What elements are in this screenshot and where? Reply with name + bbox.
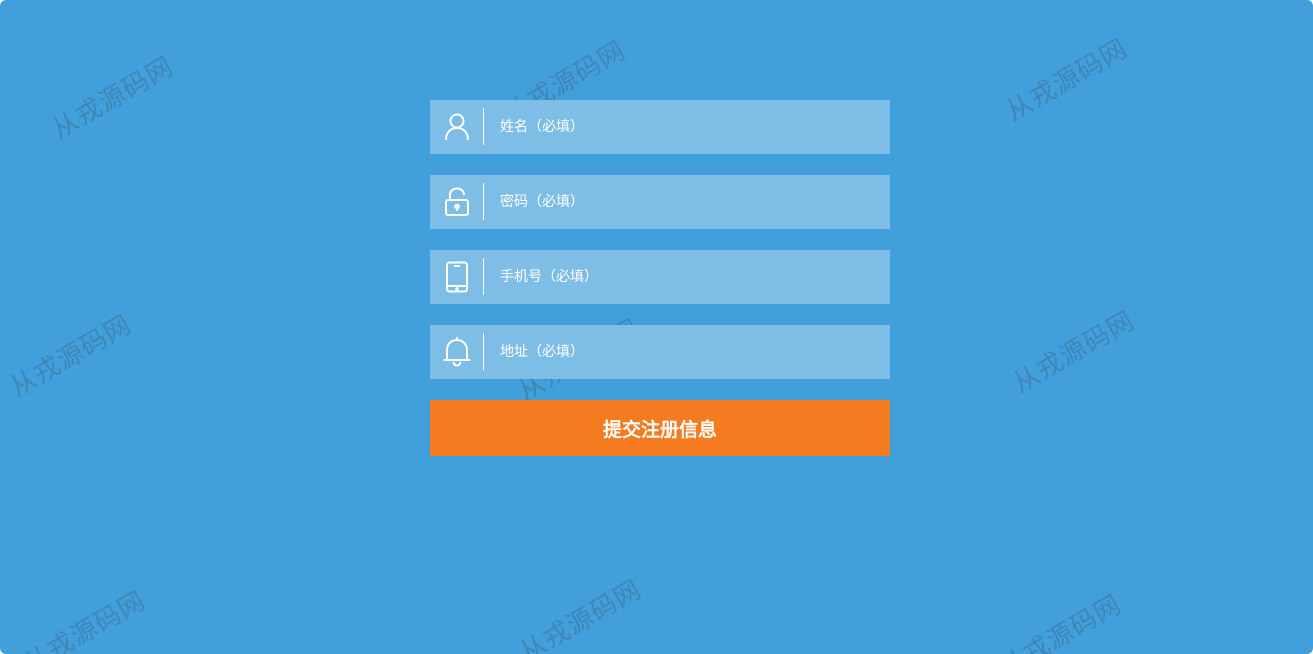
field-divider <box>483 258 484 295</box>
watermark: 从戎源码网 <box>515 574 647 654</box>
bell-icon <box>438 334 476 370</box>
user-icon <box>438 109 476 145</box>
watermark: 从戎源码网 <box>1008 305 1140 400</box>
watermark: 从戎源码网 <box>1001 33 1133 128</box>
phone-input[interactable] <box>500 250 880 304</box>
watermark: 从戎源码网 <box>19 585 151 654</box>
name-field <box>430 100 890 154</box>
name-input[interactable] <box>500 100 880 154</box>
field-divider <box>483 183 484 220</box>
password-field <box>430 175 890 229</box>
field-divider <box>483 333 484 370</box>
address-input[interactable] <box>500 325 880 379</box>
address-field <box>430 325 890 379</box>
password-input[interactable] <box>500 175 880 229</box>
submit-registration-button[interactable]: 提交注册信息 <box>430 400 890 456</box>
phone-field <box>430 250 890 304</box>
watermark: 从戎源码网 <box>47 51 179 146</box>
page-background: 从戎源码网 从戎源码网 从戎源码网 从戎源码网 从戎源码网 从戎源码网 从戎源码… <box>0 0 1313 654</box>
watermark: 从戎源码网 <box>5 309 137 404</box>
registration-form: 提交注册信息 <box>430 100 890 456</box>
watermark: 从戎源码网 <box>995 589 1127 654</box>
phone-icon <box>438 259 476 295</box>
lock-icon <box>438 184 476 220</box>
field-divider <box>483 108 484 145</box>
